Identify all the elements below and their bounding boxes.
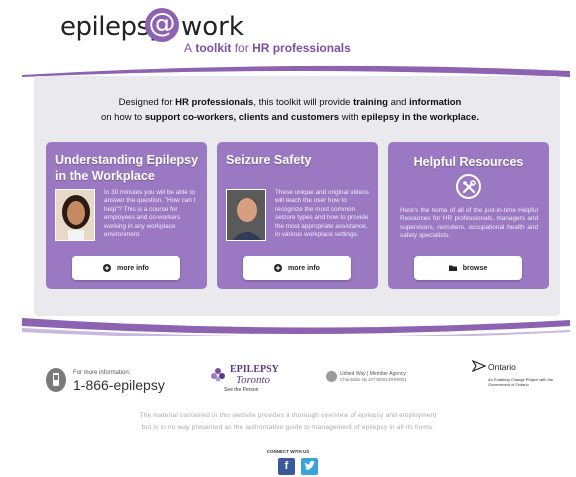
tagline-for: for [234,41,249,55]
card-description: These unique and original videos will te… [275,189,369,239]
card-title[interactable]: Seizure Safety [226,152,311,168]
trillium-icon [472,360,486,372]
bottom-swoosh [22,318,570,336]
disclaimer-line2: but is in no way presented as the author… [141,424,435,431]
plus-circle-icon [274,264,283,272]
site-header: epilepsy @ work A toolkit for HR profess… [60,6,380,55]
card-title-line1: Helpful Resources [413,155,524,169]
flower-icon [211,368,225,382]
intro-b2: training [353,97,388,108]
card-understanding-epilepsy: Understanding Epilepsy in the Workplace … [46,142,207,289]
phone-number[interactable]: 1-866-epilepsy [73,377,165,393]
card-description: Here's the home of all of the just-in-ti… [400,207,538,240]
uw-line2: Charitable № 107306812RR0001 [340,377,407,382]
man-photo [226,189,266,241]
intro-b3: information [409,97,462,108]
disclaimer: The material contained in this website p… [100,410,476,434]
more-info-button[interactable]: more info [243,256,351,280]
intro-p3: and [387,97,410,108]
phone-label: For more information: [73,370,131,376]
tagline-a: A [184,41,193,55]
plus-circle-icon [103,264,112,272]
card-title[interactable]: Understanding Epilepsy in the Workplace [55,152,198,184]
card-title-line2: in the Workplace [55,169,155,183]
card-seizure-safety: Seizure Safety These unique and original… [217,142,378,289]
browse-button[interactable]: browse [414,256,522,280]
intro-p4: on how to [100,112,145,123]
tools-icon [456,174,481,199]
button-label: more info [288,264,320,272]
connect-label: CONNECT WITH US [266,449,310,454]
tagline: A toolkit for HR professionals [184,41,351,55]
card-description: In 30 minutes you will be able to answer… [104,189,196,239]
card-title-line1: Understanding Epilepsy [55,153,199,167]
et-subtitle: See the Person [224,387,259,393]
folder-icon [448,265,457,271]
united-way-icon [326,371,337,382]
ontario-subtitle: An Enabling Change Project with the Gove… [488,377,554,387]
tagline-toolkit: toolkit [195,41,232,55]
phone-contact[interactable]: For more information: 1-866-epilepsy [46,368,176,394]
intro-p1: Designed for [118,97,176,108]
button-label: browse [462,264,488,272]
disclaimer-line1: The material contained in this website p… [139,412,437,419]
button-label: more info [117,264,149,272]
card-title-line1: Seizure Safety [226,153,312,167]
logo-work[interactable]: work [181,12,244,42]
intro-b4: support co-workers, clients and customer… [144,112,340,123]
logo-at-icon[interactable]: @ [145,8,179,42]
top-swoosh [22,65,570,77]
ontario-name: Ontario [488,362,516,372]
intro-p5: with [339,112,362,123]
epilepsy-toronto-logo[interactable]: EPILEPSY Toronto See the Person [208,362,288,396]
intro-text: Designed for HR professionals, this tool… [70,95,510,125]
woman-photo [55,189,95,241]
et-city: Toronto [236,374,271,386]
tagline-hr: HR professionals [252,41,351,55]
phone-icon [46,368,66,392]
intro-b5: epilepsy in the workplace. [361,112,480,123]
card-helpful-resources: Helpful Resources Here's the home of all… [388,142,549,289]
intro-p2: , this toolkit will provide [253,97,354,108]
facebook-icon[interactable]: f [278,458,295,475]
united-way-logo[interactable]: United Way | Member Agency Charitable № … [326,370,436,386]
ontario-logo[interactable]: Ontario An Enabling Change Project with … [472,358,562,390]
intro-b1: HR professionals [175,97,254,108]
card-title[interactable]: Helpful Resources [388,154,549,170]
more-info-button[interactable]: more info [72,256,180,280]
twitter-icon[interactable] [301,458,318,475]
